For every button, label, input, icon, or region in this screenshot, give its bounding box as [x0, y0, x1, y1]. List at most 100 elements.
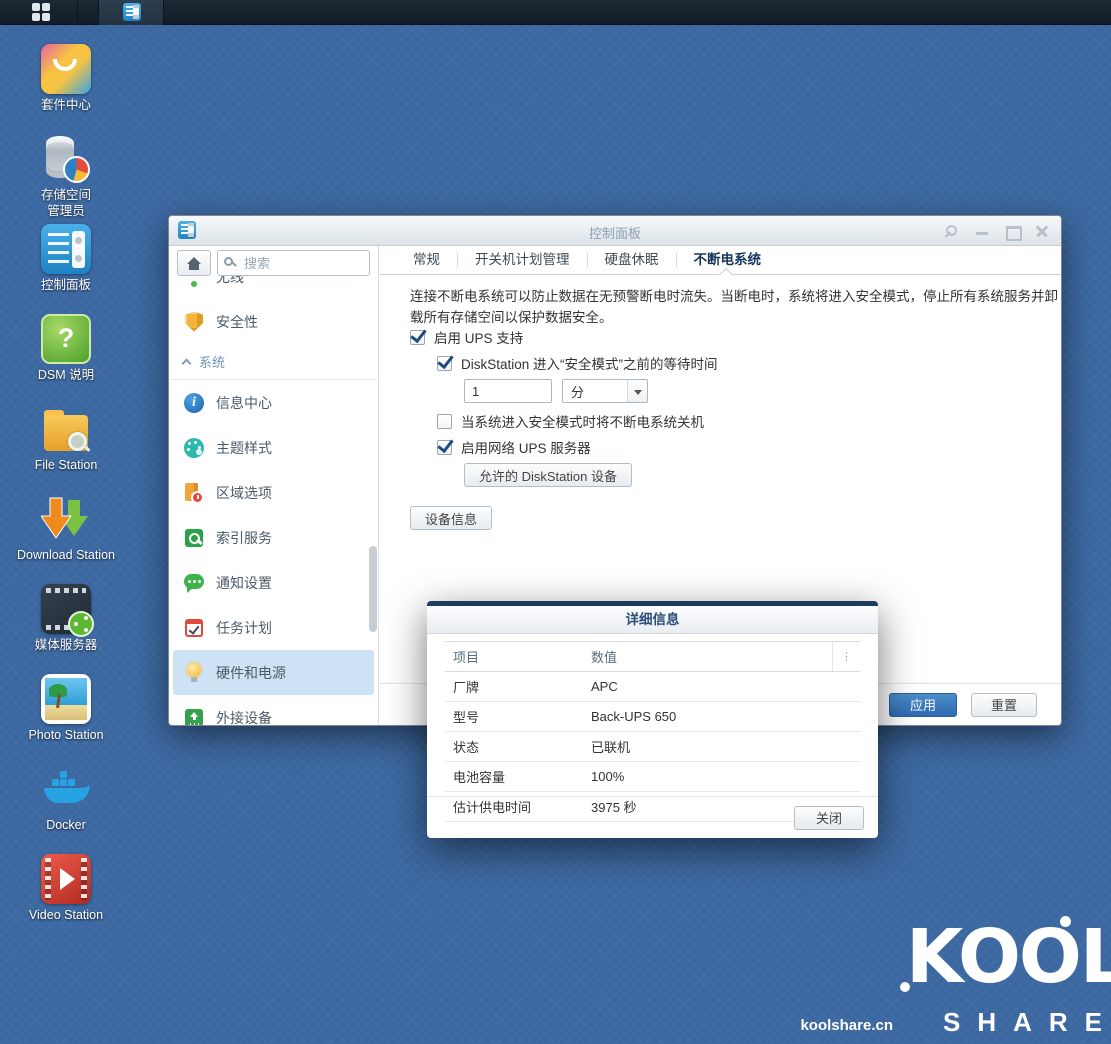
detail-info-dialog: 详细信息 项目 数值 ⋮ 厂牌 APC 型号 Back-UPS 650	[427, 601, 878, 838]
desktop-icon-label: Docker	[16, 818, 116, 834]
palette-icon	[183, 437, 205, 459]
kool-logo-text: KOOL	[906, 920, 1111, 994]
sidebar-item-index-service[interactable]: 索引服务	[169, 515, 378, 560]
search-icon	[224, 257, 233, 266]
table-row[interactable]: 状态 已联机	[445, 732, 860, 762]
sidebar-item-label: 任务计划	[216, 618, 272, 638]
sidebar-item-info-center[interactable]: 信息中心	[169, 380, 378, 425]
desktop-icon-label: DSM 说明	[16, 368, 116, 384]
wait-time-unit-select[interactable]: 分	[562, 379, 648, 403]
wait-time-value-input[interactable]	[464, 379, 552, 403]
shutdown-ups-label: 当系统进入安全模式时将不断电系统关机	[461, 411, 704, 431]
sidebar-item-label: 信息中心	[216, 393, 272, 413]
shutdown-ups-checkbox[interactable]	[437, 414, 452, 429]
network-ups-checkbox[interactable]	[437, 440, 452, 455]
sidebar-item-regional-options[interactable]: 区域选项	[169, 470, 378, 515]
desktop-icon-package-center[interactable]: 套件中心	[16, 44, 116, 134]
network-ups-checkbox-row[interactable]: 启用网络 UPS 服务器	[437, 437, 591, 457]
download-arrows-icon	[41, 494, 91, 544]
close-button[interactable]: 关闭	[794, 806, 864, 830]
chevron-down-icon	[627, 380, 647, 402]
taskbar	[0, 0, 1111, 25]
sidebar-item-hardware-power[interactable]: 硬件和电源	[173, 650, 374, 695]
sidebar-scrollbar[interactable]	[369, 546, 377, 632]
file-station-folder-icon	[41, 404, 91, 454]
koolshare-watermark: KOOL SHARE koolshare.cn	[791, 920, 1111, 1042]
info-icon	[183, 392, 205, 414]
sidebar-item-label: 安全性	[216, 312, 258, 332]
sidebar-list: 无线 安全性 系统 信息中心 主题样式	[169, 276, 378, 725]
sidebar-section-label: 系统	[199, 352, 225, 371]
desktop-icon-label: File Station	[16, 458, 116, 474]
desktop-icon-docker[interactable]: Docker	[16, 764, 116, 854]
storage-manager-icon	[41, 134, 91, 184]
media-server-icon	[41, 584, 91, 634]
table-row[interactable]: 电池容量 100%	[445, 762, 860, 792]
sidebar-item-label: 硬件和电源	[216, 663, 286, 683]
wait-time-checkbox[interactable]	[437, 356, 452, 371]
pin-icon[interactable]	[945, 224, 959, 238]
desktop-icon-video-station[interactable]: Video Station	[16, 854, 116, 944]
desktop-icon-control-panel[interactable]: 控制面板	[16, 224, 116, 314]
cell-value: 100%	[583, 762, 860, 792]
sidebar-item-security[interactable]: 安全性	[169, 299, 378, 344]
sidebar-item-theme[interactable]: 主题样式	[169, 425, 378, 470]
column-menu-icon[interactable]: ⋮	[833, 642, 861, 672]
share-logo-text: SHARE	[943, 1007, 1111, 1038]
sidebar-item-external-devices[interactable]: 外接设备	[169, 695, 378, 725]
sidebar-item-label: 外接设备	[216, 708, 272, 726]
reset-button[interactable]: 重置	[971, 693, 1037, 717]
chevron-up-icon	[182, 358, 192, 368]
desktop-icon-label: 存储空间 管理员	[16, 188, 116, 219]
tab-ups[interactable]: 不断电系统	[677, 246, 779, 274]
help-question-icon	[41, 314, 91, 364]
desktop-icon-file-station[interactable]: File Station	[16, 404, 116, 494]
koolshare-url: koolshare.cn	[800, 1017, 893, 1034]
tab-hdd-hibernation[interactable]: 硬盘休眠	[588, 246, 676, 274]
desktop-icon-download-station[interactable]: Download Station	[16, 494, 116, 584]
desktop-icon-photo-station[interactable]: Photo Station	[16, 674, 116, 764]
maximize-icon[interactable]	[1005, 224, 1019, 238]
window-titlebar[interactable]: 控制面板	[169, 216, 1061, 246]
enable-ups-checkbox[interactable]	[410, 330, 425, 345]
sidebar-item-label: 区域选项	[216, 483, 272, 503]
table-row[interactable]: 厂牌 APC	[445, 672, 860, 702]
minimize-icon[interactable]	[975, 224, 989, 238]
main-menu-icon	[32, 3, 51, 22]
tab-power-schedule[interactable]: 开关机计划管理	[458, 246, 587, 274]
close-icon[interactable]	[1035, 224, 1049, 238]
desktop-icon-media-server[interactable]: 媒体服务器	[16, 584, 116, 674]
sidebar-item-label: 索引服务	[216, 528, 272, 548]
desktop-icon-label: 套件中心	[16, 98, 116, 114]
desktop-icon-storage-manager[interactable]: 存储空间 管理员	[16, 134, 116, 224]
region-clock-icon	[183, 482, 205, 504]
device-info-button[interactable]: 设备信息	[410, 506, 492, 530]
window-title: 控制面板	[169, 223, 1061, 242]
desktop-icon-label: Download Station	[16, 548, 116, 564]
table-header-row: 项目 数值 ⋮	[445, 642, 860, 672]
sidebar-section-system[interactable]: 系统	[170, 344, 377, 380]
taskbar-item-control-panel[interactable]	[98, 0, 164, 25]
table-row[interactable]: 型号 Back-UPS 650	[445, 702, 860, 732]
main-menu-button[interactable]	[0, 0, 78, 25]
desktop-icon-dsm-help[interactable]: DSM 说明	[16, 314, 116, 404]
shutdown-ups-checkbox-row[interactable]: 当系统进入安全模式时将不断电系统关机	[437, 411, 704, 431]
sidebar-item-wireless[interactable]: 无线	[169, 276, 378, 299]
control-panel-desktop-icon	[41, 224, 91, 274]
tab-general[interactable]: 常规	[396, 246, 457, 274]
apply-button[interactable]: 应用	[889, 693, 957, 717]
search-input[interactable]	[217, 250, 370, 276]
allowed-devices-button[interactable]: 允许的 DiskStation 设备	[464, 463, 632, 487]
lightbulb-icon	[183, 662, 205, 684]
enable-ups-checkbox-row[interactable]: 启用 UPS 支持	[410, 327, 523, 347]
desktop-icon-label: 媒体服务器	[16, 638, 116, 654]
sidebar-item-task-scheduler[interactable]: 任务计划	[169, 605, 378, 650]
docker-whale-icon	[41, 764, 91, 814]
home-button[interactable]	[177, 250, 211, 276]
wait-time-checkbox-row[interactable]: DiskStation 进入“安全模式”之前的等待时间	[437, 353, 718, 373]
cell-item: 状态	[445, 732, 583, 762]
video-station-icon	[41, 854, 91, 904]
dialog-title: 详细信息	[427, 606, 878, 634]
tab-bar: 常规 开关机计划管理 硬盘休眠 不断电系统	[380, 246, 1061, 275]
sidebar-item-notification[interactable]: 通知设置	[169, 560, 378, 605]
